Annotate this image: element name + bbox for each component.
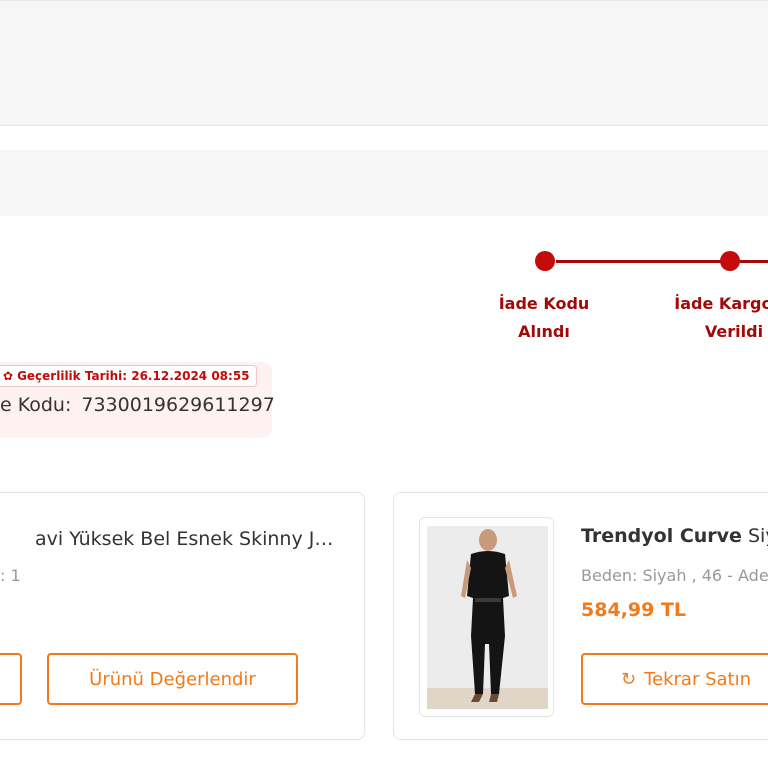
return-code-value[interactable]: 7330019629611297 <box>81 394 274 416</box>
tracker-step-code-received: İade Kodu Alındı <box>498 294 590 341</box>
rebuy-button-label: Tekrar Satın <box>644 668 752 690</box>
product-brand: Trendyol Curve <box>581 525 742 547</box>
tracker-step-shipped: İade Kargoya Verildi <box>674 294 768 341</box>
tracker-line-1 <box>556 260 721 263</box>
return-code-row: e Kodu: 7330019629611297 <box>0 394 275 416</box>
jumpsuit-figure-illustration <box>427 526 548 709</box>
rebuy-button[interactable]: ↻ Tekrar Satın <box>581 653 768 705</box>
product-variant-right: Beden: Siyah , 46 - Ade <box>581 566 768 585</box>
header-panel <box>0 0 768 126</box>
product-photo <box>427 526 548 709</box>
product-action-button-left[interactable] <box>0 653 22 705</box>
gear-icon: ✿ <box>3 369 14 383</box>
return-tracker: İade Kodu Alındı İade Kargoya Verildi <box>0 248 768 348</box>
tracker-line-2 <box>740 260 768 263</box>
refresh-icon: ↻ <box>621 668 637 690</box>
product-name-right: Siy <box>747 525 768 547</box>
product-image[interactable] <box>419 517 554 717</box>
product-title-left[interactable]: avi Yüksek Bel Esnek Skinny Jean… <box>35 528 345 550</box>
validity-text: Geçerlilik Tarihi: 26.12.2024 08:55 <box>17 369 250 383</box>
product-title-right[interactable]: Trendyol Curve Siy <box>581 525 768 547</box>
order-info-strip <box>0 150 768 216</box>
product-quantity-left: : 1 <box>0 566 21 585</box>
product-price-right: 584,99 TL <box>581 599 687 621</box>
tracker-dot-code-received <box>535 251 555 271</box>
review-product-button[interactable]: Ürünü Değerlendir <box>47 653 298 705</box>
validity-badge: ✿ Geçerlilik Tarihi: 26.12.2024 08:55 <box>0 365 257 387</box>
return-code-label: e Kodu: <box>0 394 72 416</box>
tracker-dot-shipped <box>720 251 740 271</box>
